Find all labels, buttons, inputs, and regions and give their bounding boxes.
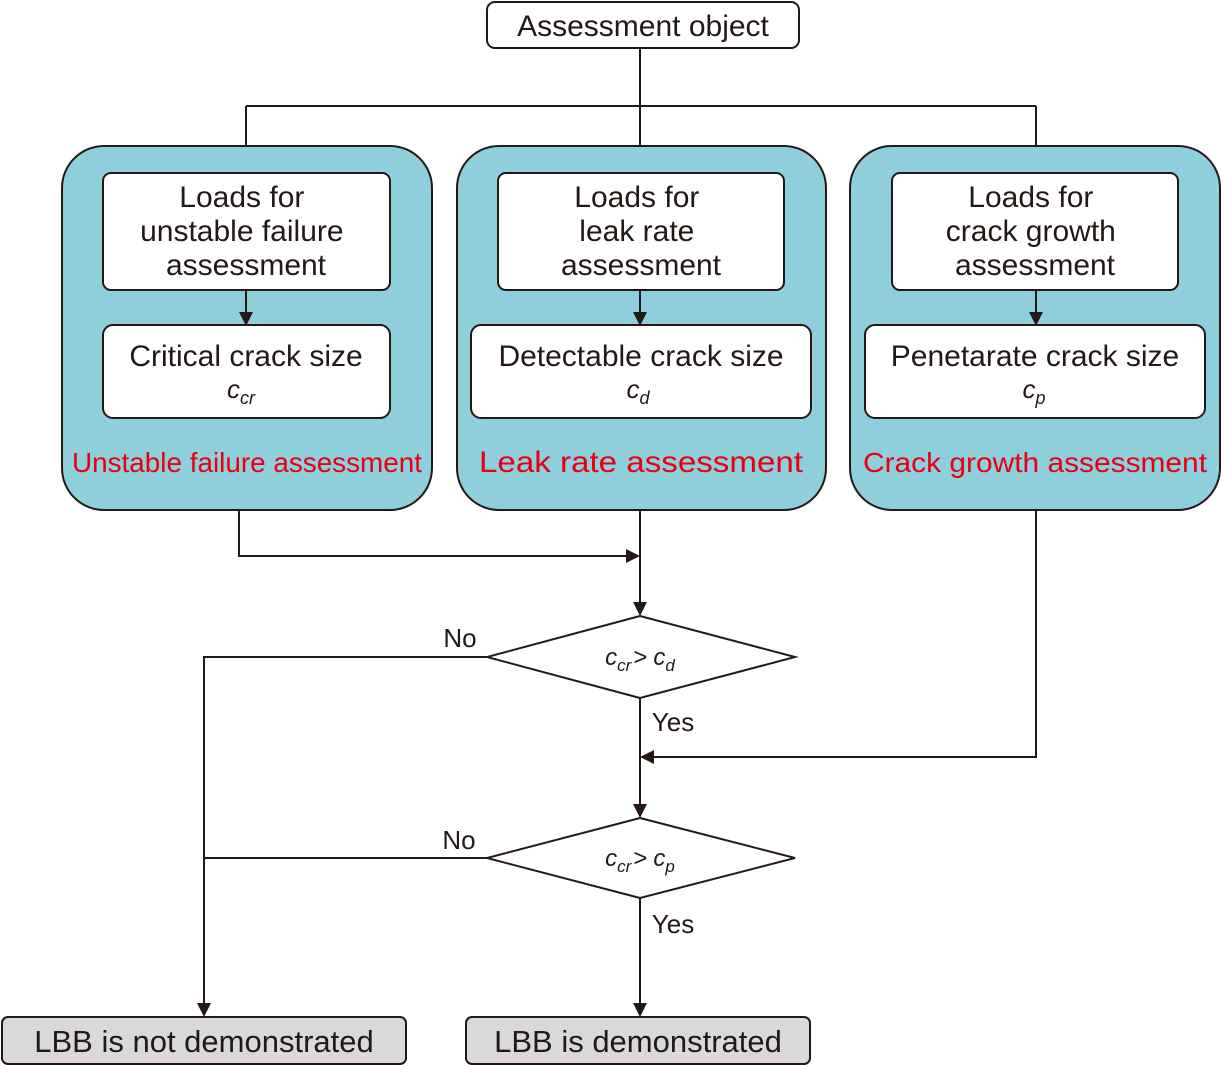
loads-text: Loads for leak rate assessment bbox=[561, 181, 722, 282]
arrowhead bbox=[640, 750, 654, 764]
group-unstable-failure: Loads for unstable failure assessment Cr… bbox=[61, 145, 433, 511]
crack-size-label: Penetarate crack size bbox=[891, 340, 1179, 373]
yes-label: Yes bbox=[652, 707, 694, 737]
decision-condition: ccr> cp bbox=[605, 845, 675, 876]
decision-ccr-gt-cp: ccr> cp No Yes bbox=[442, 816, 796, 939]
group-title: Leak rate assessment bbox=[479, 446, 804, 479]
crack-size-label: Detectable crack size bbox=[498, 340, 783, 373]
outcome-not-demonstrated: LBB is not demonstrated bbox=[1, 1016, 407, 1065]
outcome-label: LBB is demonstrated bbox=[494, 1024, 782, 1059]
no-label: No bbox=[442, 825, 475, 855]
outcome-label: LBB is not demonstrated bbox=[34, 1024, 373, 1059]
arrowhead bbox=[626, 549, 640, 563]
group-crack-growth: Loads for crack growth assessment Peneta… bbox=[849, 145, 1221, 511]
no-label: No bbox=[443, 623, 476, 653]
lbb-flowchart: Assessment object Loads for unstable fai… bbox=[1, 1, 1221, 1065]
group-leak-rate: Loads for leak rate assessment Detectabl… bbox=[456, 145, 827, 511]
group-title: Unstable failure assessment bbox=[72, 447, 422, 478]
outcome-demonstrated: LBB is demonstrated bbox=[465, 1016, 811, 1065]
arrowhead bbox=[197, 1003, 211, 1017]
yes-label: Yes bbox=[652, 909, 694, 939]
arrowhead bbox=[633, 804, 647, 818]
arrowhead bbox=[633, 602, 647, 616]
start-label: Assessment object bbox=[517, 10, 769, 43]
decision-condition: ccr> cd bbox=[605, 644, 675, 675]
crack-size-label: Critical crack size bbox=[129, 340, 362, 373]
group-title: Crack growth assessment bbox=[863, 447, 1207, 478]
start-node: Assessment object bbox=[486, 1, 800, 49]
loads-text: Loads for crack growth assessment bbox=[946, 181, 1124, 282]
decision-ccr-gt-cd: ccr> cd No Yes bbox=[443, 614, 799, 737]
arrowhead bbox=[633, 1003, 647, 1017]
